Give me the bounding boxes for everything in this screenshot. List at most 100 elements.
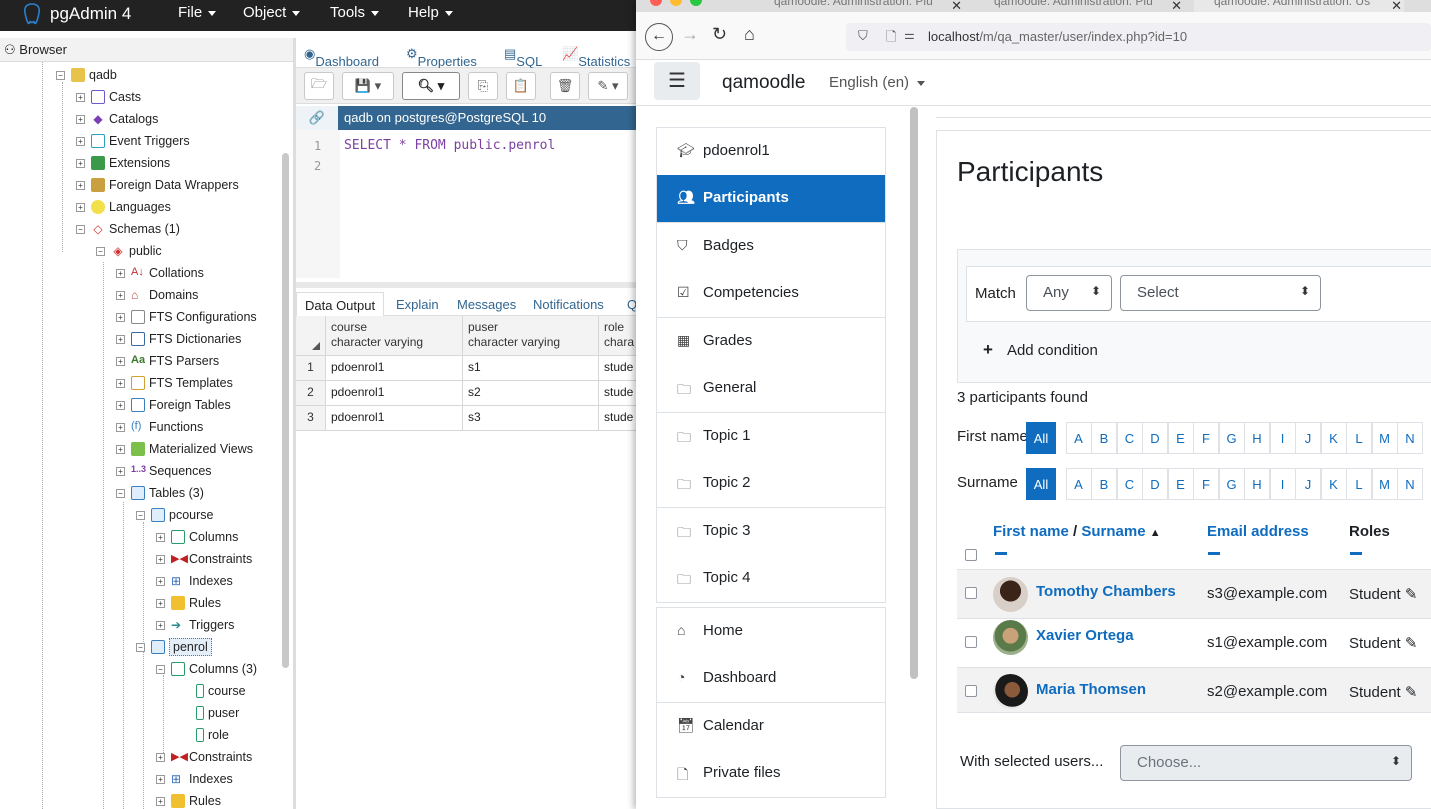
menu-object[interactable]: Object <box>243 4 300 21</box>
tree-node-sequences[interactable]: +1..3 Sequences <box>116 460 212 482</box>
initial-letter-j[interactable]: J <box>1295 422 1321 454</box>
pencil-icon[interactable]: ✎ <box>1405 586 1418 603</box>
tree-node-fdw[interactable]: + Foreign Data Wrappers <box>76 174 239 196</box>
initial-letter-k[interactable]: K <box>1320 468 1347 500</box>
save-button[interactable]: 💾 ▾ <box>342 72 394 100</box>
zoom-window-button[interactable] <box>690 0 702 6</box>
tree-node-column-course[interactable]: course <box>196 680 246 702</box>
tab-data-output[interactable]: Data Output <box>296 292 385 316</box>
nav-course-pdoenrol1[interactable]: 🎓︎ pdoenrol1 <box>656 128 886 176</box>
close-tab-icon[interactable]: ✕ <box>1171 0 1182 12</box>
tab-sql[interactable]: ▤ SQL <box>504 46 542 69</box>
tree-node-catalogs[interactable]: + ◆ Catalogs <box>76 108 158 130</box>
initial-letter-c[interactable]: C <box>1116 422 1143 454</box>
menu-help[interactable]: Help <box>408 4 453 21</box>
permissions-icon[interactable]: ⚌ <box>904 28 915 42</box>
pencil-icon[interactable]: ✎ <box>1405 684 1418 701</box>
grid-cell[interactable]: stude <box>599 406 636 431</box>
language-menu[interactable]: English (en) <box>829 74 925 91</box>
initial-letter-a[interactable]: A <box>1065 422 1092 454</box>
site-name[interactable]: qamoodle <box>722 72 805 94</box>
tree-node-column-role[interactable]: role <box>196 724 229 746</box>
tree-node-fts-dictionaries[interactable]: + FTS Dictionaries <box>116 328 241 350</box>
initial-letter-m[interactable]: M <box>1371 468 1398 500</box>
avatar[interactable] <box>993 620 1028 655</box>
browser-tab[interactable]: qamoodle: Administration: Plu ✕ <box>974 0 1184 12</box>
nav-dashboard[interactable]: ◔ Dashboard <box>656 655 886 703</box>
initial-letter-f[interactable]: F <box>1193 468 1219 500</box>
initial-letter-h[interactable]: H <box>1244 468 1270 500</box>
menu-tools[interactable]: Tools <box>330 4 379 21</box>
tree-node-tables[interactable]: − Tables (3) <box>116 482 204 504</box>
bulk-action-select[interactable]: Choose... <box>1120 745 1412 781</box>
tree-node-penrol-rules[interactable]: + Rules <box>156 790 221 809</box>
tab-explain[interactable]: Explain <box>396 297 439 312</box>
tab-statistics[interactable]: 📈 Statistics <box>562 46 630 69</box>
collapse-column-icon[interactable] <box>1208 552 1220 555</box>
grid-cell[interactable]: s2 <box>463 381 599 406</box>
url-bar[interactable]: ⛉ 🗋 ⚌ localhost/m/qa_master/user/index.p… <box>846 23 1431 51</box>
close-tab-icon[interactable]: ✕ <box>951 0 962 12</box>
grid-header-puser[interactable]: puser character varying <box>463 316 599 356</box>
forward-button[interactable]: → <box>681 24 699 45</box>
pencil-icon[interactable]: ✎ <box>1405 635 1418 652</box>
tree-node-pcourse-rules[interactable]: + Rules <box>156 592 221 614</box>
initial-letter-e[interactable]: E <box>1167 422 1194 454</box>
nav-participants[interactable]: 👥︎ Participants <box>656 175 886 223</box>
tree-node-foreign-tables[interactable]: + Foreign Tables <box>116 394 231 416</box>
browser-tab[interactable]: qamoodle: Administration: Us ✕ <box>1194 0 1404 12</box>
nav-section-topic-4[interactable]: 🗀 Topic 4 <box>656 555 886 603</box>
initial-letter-f[interactable]: F <box>1193 422 1219 454</box>
grid-cell[interactable]: s1 <box>463 356 599 381</box>
tree-node-domains[interactable]: + ⌂ Domains <box>116 284 198 306</box>
grid-row-number[interactable]: 3 <box>296 406 326 431</box>
tree-node-languages[interactable]: + Languages <box>76 196 171 218</box>
initial-letter-all[interactable]: All <box>1026 422 1056 454</box>
sort-by-name-header[interactable]: First name / Surname ▲ <box>993 523 1161 540</box>
collapse-column-icon[interactable] <box>995 552 1007 555</box>
connection-label[interactable]: qadb on postgres@PostgreSQL 10 <box>338 106 638 130</box>
grid-cell[interactable]: stude <box>599 381 636 406</box>
close-tab-icon[interactable]: ✕ <box>1391 0 1402 12</box>
tree-node-extensions[interactable]: + Extensions <box>76 152 170 174</box>
initial-letter-i[interactable]: I <box>1269 468 1296 500</box>
home-button[interactable]: ⌂ <box>744 24 755 45</box>
nav-competencies[interactable]: ☑ Competencies <box>656 270 886 318</box>
connection-link-icon[interactable]: 🔗 <box>296 106 338 130</box>
initial-letter-b[interactable]: B <box>1091 468 1117 500</box>
grid-cell[interactable]: pdoenrol1 <box>326 381 463 406</box>
minimize-window-button[interactable] <box>670 0 682 6</box>
initial-letter-d[interactable]: D <box>1142 468 1168 500</box>
tree-node-fts-configurations[interactable]: + FTS Configurations <box>116 306 257 328</box>
nav-section-general[interactable]: 🗀 General <box>656 365 886 413</box>
grid-row-number[interactable]: 1 <box>296 356 326 381</box>
initial-letter-i[interactable]: I <box>1269 422 1296 454</box>
tree-node-pcourse-constraints[interactable]: + ▶◀ Constraints <box>156 548 252 570</box>
initial-letter-m[interactable]: M <box>1371 422 1398 454</box>
open-file-button[interactable]: 🗁 <box>304 72 334 100</box>
tree-node-fts-parsers[interactable]: + Aa FTS Parsers <box>116 350 219 372</box>
tree-node-collations[interactable]: + A↓ Collations <box>116 262 204 284</box>
grid-cell[interactable]: s3 <box>463 406 599 431</box>
tree-node-column-puser[interactable]: puser <box>196 702 239 724</box>
nav-home[interactable]: ⌂ Home <box>656 608 886 656</box>
participant-name-link[interactable]: Maria Thomsen <box>1036 681 1146 698</box>
initial-letter-l[interactable]: L <box>1346 422 1372 454</box>
grid-header-role[interactable]: role chara <box>599 316 636 356</box>
tree-node-public[interactable]: − ◈ public <box>96 240 162 262</box>
menu-file[interactable]: File <box>178 4 216 21</box>
filter-type-select[interactable]: Select <box>1120 275 1321 311</box>
avatar[interactable] <box>993 577 1028 612</box>
participant-name-link[interactable]: Xavier Ortega <box>1036 627 1134 644</box>
tab-messages[interactable]: Messages <box>457 297 516 312</box>
tree-node-fts-templates[interactable]: + FTS Templates <box>116 372 233 394</box>
tab-dashboard[interactable]: ◉ Dashboard <box>304 46 379 69</box>
find-button[interactable]: 🔍︎ ▾ <box>402 72 460 100</box>
tree-node-materialized-views[interactable]: + Materialized Views <box>116 438 253 460</box>
initial-letter-g[interactable]: G <box>1218 468 1245 500</box>
shield-icon[interactable]: ⛉ <box>858 28 868 44</box>
initial-letter-all[interactable]: All <box>1026 468 1056 500</box>
initial-letter-a[interactable]: A <box>1065 468 1092 500</box>
nav-section-topic-3[interactable]: 🗀 Topic 3 <box>656 508 886 556</box>
participant-name-link[interactable]: Tomothy Chambers <box>1036 583 1176 600</box>
